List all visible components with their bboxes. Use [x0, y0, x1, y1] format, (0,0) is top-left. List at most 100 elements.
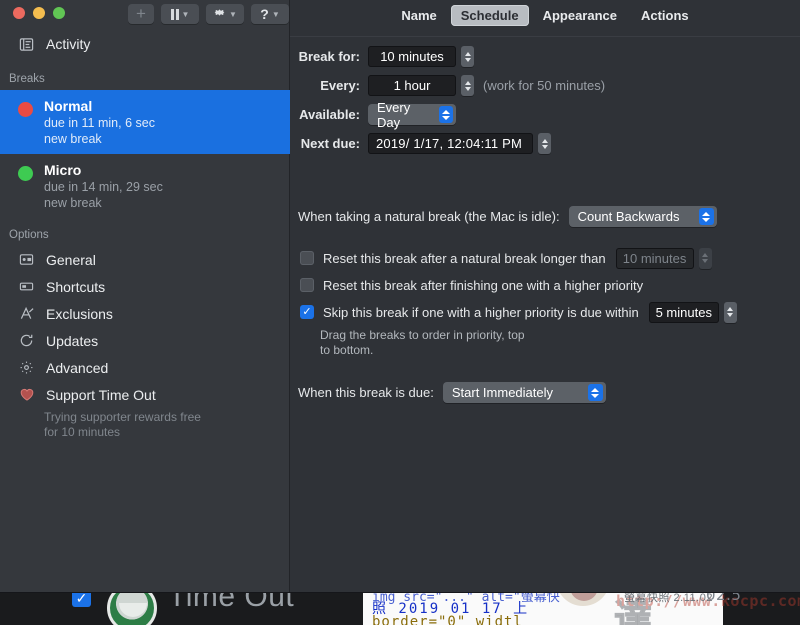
minimize-button[interactable] [33, 7, 45, 19]
natural-break-label: When taking a natural break (the Mac is … [298, 209, 560, 224]
when-due-dropdown[interactable]: Start Immediately [442, 382, 606, 403]
question-icon: ? [260, 6, 269, 22]
chevron-down-icon: ▼ [181, 9, 190, 19]
sidebar-item-label: Shortcuts [46, 278, 106, 295]
skip-if-higher-stepper[interactable] [723, 301, 737, 323]
row-every: Every: 1 hour (work for 50 minutes) [290, 73, 800, 98]
row-reset-after-natural: Reset this break after a natural break l… [290, 247, 800, 269]
break-due: due in 11 min, 6 sec [44, 116, 155, 130]
tab-schedule[interactable]: Schedule [450, 4, 529, 26]
settings-button[interactable]: ▼ [206, 4, 244, 24]
every-hint: (work for 50 minutes) [483, 78, 606, 93]
sidebar-item-label: Updates [46, 332, 99, 349]
next-due-stepper[interactable] [538, 133, 551, 154]
chevron-updown-icon [587, 384, 603, 401]
when-due-value: Start Immediately [451, 385, 554, 400]
options-section-header: Options [9, 229, 49, 241]
break-due: due in 14 min, 29 sec [44, 180, 163, 194]
screenshot-root: ✓ Time Out img src="..." alt="螢幕快 照 2019… [0, 0, 800, 625]
break-for-input[interactable]: 10 minutes [368, 46, 456, 67]
chevron-down-icon: ▼ [271, 9, 280, 19]
break-status: new break [44, 132, 102, 146]
reset-after-natural-input[interactable]: 10 minutes [615, 247, 694, 269]
sidebar-item-label: Support Time Out [46, 386, 156, 403]
row-available: Available: Every Day [290, 100, 800, 130]
natural-break-dropdown[interactable]: Count Backwards [568, 206, 717, 227]
skip-if-higher-checkbox[interactable]: ✓ [300, 305, 314, 319]
sidebar-item-shortcuts[interactable]: Shortcuts [0, 273, 290, 300]
sidebar-item-label: Activity [46, 36, 91, 52]
reset-after-natural-stepper[interactable] [698, 247, 712, 269]
pause-button[interactable]: ▼ [161, 4, 199, 24]
breaks-section-header: Breaks [9, 73, 45, 85]
window-controls [13, 7, 65, 19]
sidebar-item-label: General [46, 251, 96, 268]
reset-after-natural-checkbox[interactable] [300, 251, 314, 265]
row-next-due: Next due: 2019/ 1/17, 12:04:11 PM [290, 131, 800, 156]
sidebar-break-normal[interactable]: Normal due in 11 min, 6 sec new break [0, 90, 290, 154]
activity-icon [18, 36, 35, 53]
pause-icon [170, 8, 179, 20]
tab-appearance[interactable]: Appearance [533, 5, 627, 26]
every-label: Every: [320, 78, 360, 93]
available-dropdown[interactable]: Every Day [368, 100, 456, 130]
schedule-form: Break for: 10 minutes Every: 1 hour (wor… [290, 44, 800, 409]
break-name: Normal [44, 98, 93, 114]
plus-icon: + [136, 4, 146, 23]
available-value: Every Day [377, 99, 411, 130]
zoom-button[interactable] [53, 7, 65, 19]
break-status: new break [44, 196, 102, 210]
tab-name[interactable]: Name [391, 5, 446, 26]
add-break-button[interactable]: + [128, 4, 154, 24]
sidebar-item-updates[interactable]: Updates [0, 327, 290, 354]
available-label: Available: [299, 107, 360, 122]
toolbar: + ▼ ▼ ? ▼ [128, 4, 289, 24]
sidebar-item-exclusions[interactable]: Exclusions [0, 300, 290, 327]
keyboard-icon [18, 278, 35, 295]
sidebar-item-general[interactable]: General [0, 246, 290, 273]
gear-icon [213, 6, 226, 22]
main-panel: Name Schedule Appearance Actions Break f… [290, 0, 800, 592]
break-for-label: Break for: [298, 49, 360, 64]
chevron-updown-icon [698, 208, 714, 225]
tab-bar: Name Schedule Appearance Actions [290, 0, 800, 30]
sidebar-item-label: Advanced [46, 359, 109, 376]
close-button[interactable] [13, 7, 25, 19]
reset-after-higher-label: Reset this break after finishing one wit… [323, 277, 644, 293]
reset-after-higher-checkbox[interactable] [300, 278, 314, 292]
sidebar-sections: Breaks Normal due in 11 min, 6 sec new b… [0, 68, 290, 440]
every-stepper[interactable] [461, 75, 474, 96]
chevron-updown-icon [439, 106, 453, 123]
time-out-window: + ▼ ▼ ? ▼ Activity Breaks Normal due in … [0, 0, 800, 592]
tab-actions[interactable]: Actions [631, 5, 699, 26]
row-break-for: Break for: 10 minutes [290, 44, 800, 69]
natural-break-value: Count Backwards [577, 209, 680, 224]
chevron-down-icon: ▼ [229, 9, 237, 19]
help-button[interactable]: ? ▼ [251, 4, 289, 24]
support-note-line-1: Trying supporter rewards free [44, 410, 201, 424]
sidebar-item-support-time-out[interactable]: Support Time Out [0, 381, 290, 408]
reset-after-natural-label: Reset this break after a natural break l… [323, 250, 606, 266]
sidebar-item-advanced[interactable]: Advanced [0, 354, 290, 381]
drag-note-line-2: to bottom. [320, 343, 374, 357]
drag-note-line-1: Drag the breaks to order in priority, to… [320, 328, 525, 342]
exclusions-icon [18, 305, 35, 322]
general-icon [18, 251, 35, 268]
sidebar-item-label: Exclusions [46, 305, 113, 322]
sidebar-break-micro[interactable]: Micro due in 14 min, 29 sec new break [0, 154, 290, 218]
tab-separator [290, 36, 800, 37]
break-for-stepper[interactable] [461, 46, 474, 67]
updates-icon [18, 332, 35, 349]
sidebar-item-activity[interactable]: Activity [0, 30, 290, 58]
skip-if-higher-label: Skip this break if one with a higher pri… [323, 304, 639, 320]
support-note-line-2: for 10 minutes [44, 425, 121, 439]
row-reset-after-higher: Reset this break after finishing one wit… [290, 274, 800, 296]
row-skip-if-higher: ✓ Skip this break if one with a higher p… [290, 301, 800, 323]
skip-if-higher-input[interactable]: 5 minutes [648, 301, 719, 323]
heart-icon [18, 386, 35, 403]
every-input[interactable]: 1 hour [368, 75, 456, 96]
next-due-label: Next due: [300, 136, 360, 151]
break-name: Micro [44, 162, 82, 178]
next-due-input[interactable]: 2019/ 1/17, 12:04:11 PM [368, 133, 533, 154]
row-when-due: When this break is due: Start Immediatel… [290, 380, 800, 405]
